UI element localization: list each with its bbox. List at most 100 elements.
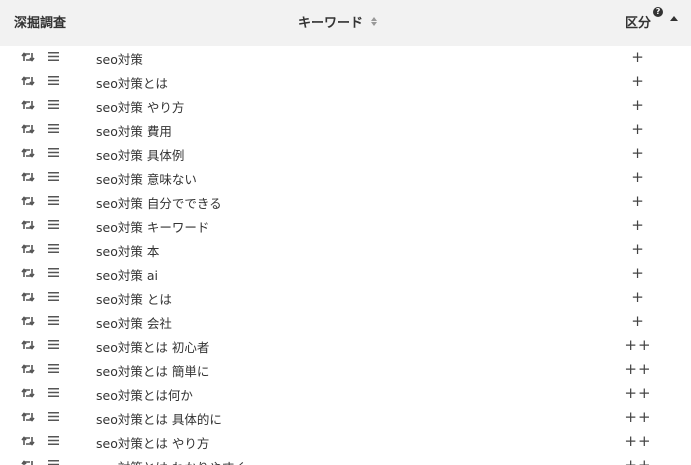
retweet-icon[interactable]: [21, 147, 35, 159]
retweet-icon[interactable]: [21, 267, 35, 279]
list-icon[interactable]: [48, 339, 59, 350]
list-icon[interactable]: [48, 147, 59, 158]
retweet-icon[interactable]: [21, 75, 35, 87]
column-header-keyword-label: キーワード: [298, 16, 364, 31]
keyword-text[interactable]: seo対策 キーワード: [96, 217, 209, 236]
retweet-icon[interactable]: [21, 387, 35, 399]
table-row: seo対策 とは +: [0, 286, 691, 310]
kubun-value: +: [631, 192, 645, 210]
list-icon[interactable]: [48, 411, 59, 422]
kubun-value: +: [631, 312, 645, 330]
keyword-text[interactable]: seo対策とは何か: [96, 385, 193, 404]
retweet-icon[interactable]: [21, 459, 35, 465]
keyword-text[interactable]: seo対策 ai: [96, 265, 158, 284]
column-header-kubun-label: 区分: [625, 16, 652, 31]
list-icon[interactable]: [48, 171, 59, 182]
keyword-text[interactable]: seo対策とは やり方: [96, 433, 209, 452]
kubun-value: ++: [624, 456, 652, 465]
list-icon[interactable]: [48, 75, 59, 86]
table-header: 深掘調査 キーワード 区分 ?: [0, 0, 691, 46]
table-row: seo対策 意味ない +: [0, 166, 691, 190]
keyword-text[interactable]: seo対策とは 初心者: [96, 337, 209, 356]
keyword-text[interactable]: seo対策 意味ない: [96, 169, 197, 188]
kubun-value: +: [631, 120, 645, 138]
table-row: seo対策 会社 +: [0, 310, 691, 334]
kubun-value: +: [631, 144, 645, 162]
keyword-text[interactable]: seo対策とは: [96, 73, 168, 92]
keyword-text[interactable]: seo対策: [96, 49, 143, 68]
kubun-value: +: [631, 264, 645, 282]
keyword-text[interactable]: seo対策とは 具体的に: [96, 409, 222, 428]
list-icon[interactable]: [48, 99, 59, 110]
kubun-value: +: [631, 48, 645, 66]
column-header-deep-research: 深掘調査: [14, 16, 67, 31]
keyword-text[interactable]: seo対策とは わかりやすく: [96, 457, 247, 465]
keyword-text[interactable]: seo対策とは 簡単に: [96, 361, 209, 380]
keyword-text[interactable]: seo対策 具体例: [96, 145, 184, 164]
table-row: seo対策 やり方 +: [0, 94, 691, 118]
kubun-value: +: [631, 288, 645, 306]
retweet-icon[interactable]: [21, 363, 35, 375]
retweet-icon[interactable]: [21, 99, 35, 111]
table-row: seo対策 キーワード +: [0, 214, 691, 238]
table-row: seo対策とは 初心者 ++: [0, 334, 691, 358]
table-row: seo対策 ai +: [0, 262, 691, 286]
column-header-kubun[interactable]: 区分 ?: [625, 7, 679, 31]
retweet-icon[interactable]: [21, 123, 35, 135]
retweet-icon[interactable]: [21, 51, 35, 63]
keyword-text[interactable]: seo対策 会社: [96, 313, 172, 332]
keyword-text[interactable]: seo対策 やり方: [96, 97, 184, 116]
retweet-icon[interactable]: [21, 291, 35, 303]
list-icon[interactable]: [48, 459, 59, 465]
kubun-value: +: [631, 96, 645, 114]
retweet-icon[interactable]: [21, 411, 35, 423]
kubun-value: ++: [624, 384, 652, 402]
sort-icon[interactable]: [371, 17, 378, 26]
kubun-value: ++: [624, 360, 652, 378]
retweet-icon[interactable]: [21, 339, 35, 351]
table-row: seo対策 本 +: [0, 238, 691, 262]
kubun-value: ++: [624, 408, 652, 426]
table-row: seo対策とは 簡単に ++: [0, 358, 691, 382]
retweet-icon[interactable]: [21, 171, 35, 183]
table-row: seo対策 具体例 +: [0, 142, 691, 166]
kubun-value: +: [631, 216, 645, 234]
list-icon[interactable]: [48, 435, 59, 446]
retweet-icon[interactable]: [21, 219, 35, 231]
list-icon[interactable]: [48, 51, 59, 62]
list-icon[interactable]: [48, 315, 59, 326]
keyword-table: 深掘調査 キーワード 区分 ? seo対策 + seo対策とは + seo対策 …: [0, 0, 691, 465]
list-icon[interactable]: [48, 195, 59, 206]
table-row: seo対策 自分でできる +: [0, 190, 691, 214]
kubun-value: ++: [624, 432, 652, 450]
column-header-keyword[interactable]: キーワード: [298, 12, 378, 31]
table-row: seo対策とは わかりやすく ++: [0, 454, 691, 465]
keyword-text[interactable]: seo対策 とは: [96, 289, 172, 308]
table-row: seo対策とは 具体的に ++: [0, 406, 691, 430]
keyword-text[interactable]: seo対策 費用: [96, 121, 172, 140]
help-icon[interactable]: ?: [653, 7, 664, 17]
list-icon[interactable]: [48, 219, 59, 230]
list-icon[interactable]: [48, 123, 59, 134]
table-row: seo対策とは +: [0, 70, 691, 94]
retweet-icon[interactable]: [21, 243, 35, 255]
list-icon[interactable]: [48, 387, 59, 398]
kubun-value: +: [631, 72, 645, 90]
kubun-value: +: [631, 240, 645, 258]
table-row: seo対策 費用 +: [0, 118, 691, 142]
retweet-icon[interactable]: [21, 315, 35, 327]
table-row: seo対策とは やり方 ++: [0, 430, 691, 454]
list-icon[interactable]: [48, 363, 59, 374]
table-body: seo対策 + seo対策とは + seo対策 やり方 + seo対策 費用 +…: [0, 46, 691, 465]
kubun-value: +: [631, 168, 645, 186]
retweet-icon[interactable]: [21, 435, 35, 447]
kubun-value: ++: [624, 336, 652, 354]
list-icon[interactable]: [48, 291, 59, 302]
table-row: seo対策とは何か ++: [0, 382, 691, 406]
sort-asc-icon[interactable]: [670, 16, 679, 21]
keyword-text[interactable]: seo対策 自分でできる: [96, 193, 222, 212]
retweet-icon[interactable]: [21, 195, 35, 207]
list-icon[interactable]: [48, 243, 59, 254]
list-icon[interactable]: [48, 267, 59, 278]
keyword-text[interactable]: seo対策 本: [96, 241, 159, 260]
